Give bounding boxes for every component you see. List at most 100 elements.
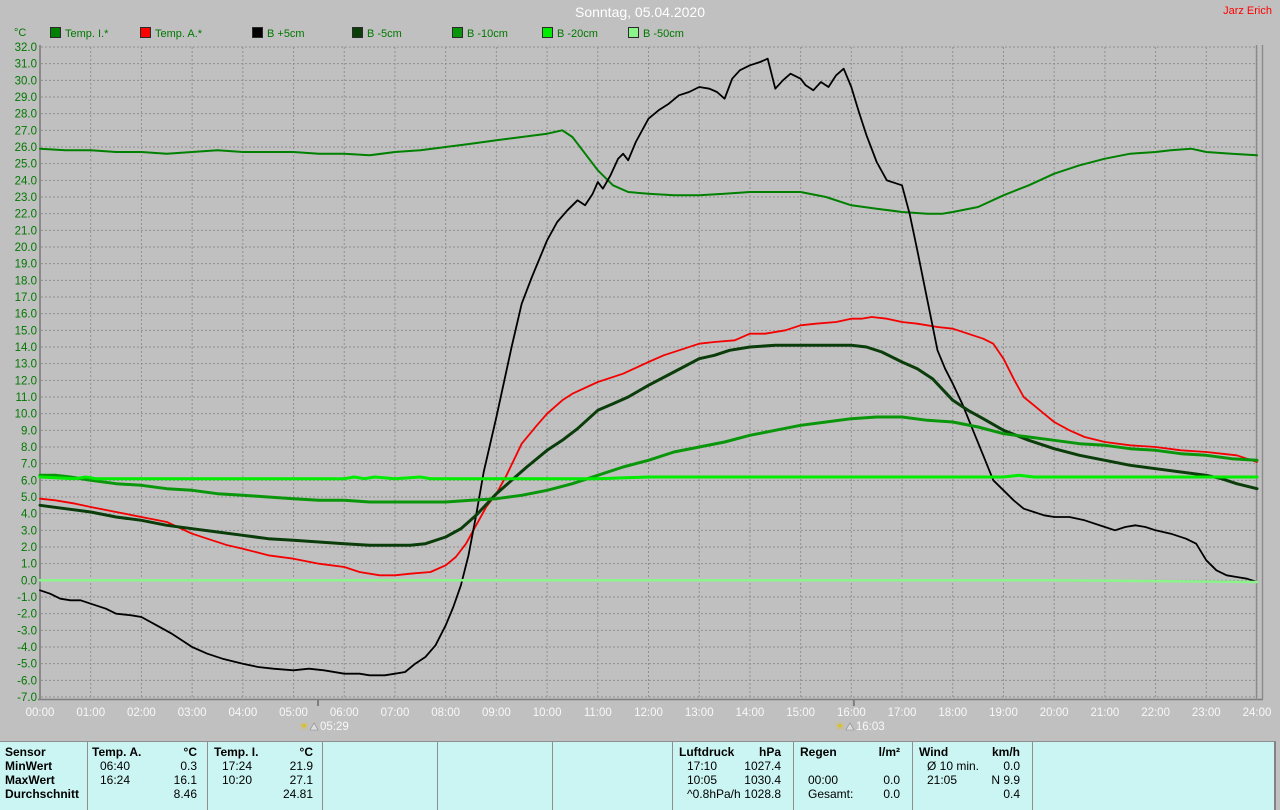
x-tick-label: 07:00 xyxy=(381,707,410,719)
x-tick-label: 21:00 xyxy=(1090,707,1119,719)
group-unit: l/m² xyxy=(878,745,900,759)
x-tick-label: 10:00 xyxy=(533,707,562,719)
y-tick-label: -3.0 xyxy=(17,625,37,637)
stat-value: 27.1 xyxy=(289,773,313,787)
x-tick-label: 09:00 xyxy=(482,707,511,719)
x-tick-label: 23:00 xyxy=(1192,707,1221,719)
legend-item-label: Temp. I.* xyxy=(65,28,109,40)
stat-value: 1028.8 xyxy=(744,787,781,801)
legend-color-swatch-icon xyxy=(542,27,553,38)
y-tick-label: 16.0 xyxy=(15,309,37,321)
row-header: Durchschnitt xyxy=(5,787,80,801)
row-header: MinWert xyxy=(5,759,53,773)
legend-item-tempa: Temp. A.* xyxy=(140,27,203,40)
page-title: Sonntag, 05.04.2020 xyxy=(574,4,705,20)
y-tick-label: 26.0 xyxy=(15,142,37,154)
mountain-icon xyxy=(309,722,319,731)
x-tick-label: 11:00 xyxy=(584,707,612,719)
y-tick-label: 15.0 xyxy=(15,325,37,337)
legend-item-b-10cm: B -10cm xyxy=(452,27,508,40)
y-tick-label: 21.0 xyxy=(15,225,37,237)
y-tick-label: 13.0 xyxy=(15,359,37,371)
x-tick-label: 04:00 xyxy=(228,707,257,719)
x-tick-label: 20:00 xyxy=(1040,707,1069,719)
y-tick-label: -5.0 xyxy=(17,659,37,671)
y-tick-label: 30.0 xyxy=(15,75,37,87)
y-tick-label: 2.0 xyxy=(21,542,37,554)
chart-canvas: 32.0 31.0 30.0 29.0 28.0 27.0 26.0 25.0 24.0 23.0… xyxy=(15,42,1272,733)
legend-color-swatch-icon xyxy=(452,27,463,38)
legend-color-swatch-icon xyxy=(352,27,363,38)
legend-item-label: B -20cm xyxy=(557,28,598,40)
group-unit: hPa xyxy=(758,745,781,759)
y-tick-label: 9.0 xyxy=(21,425,37,437)
stats-table: Sensor MinWert MaxWert Durchschnitt Temp. A.… xyxy=(0,741,1276,810)
y-tick-label: 19.0 xyxy=(15,259,37,271)
y-tick-label: 6.0 xyxy=(21,475,37,487)
x-tick-label: 01:00 xyxy=(76,707,105,719)
stat-value: 1030.4 xyxy=(744,773,781,787)
y-tick-label: 17.0 xyxy=(15,292,37,304)
y-tick-label: 1.0 xyxy=(21,559,37,571)
weather-station-window: 32.0 31.0 30.0 29.0 28.0 27.0 26.0 25.0 24.0 23.0… xyxy=(0,0,1280,810)
x-tick-label: 17:00 xyxy=(888,707,917,719)
sun-icon: ☀ xyxy=(299,720,309,733)
x-tick-label: 22:00 xyxy=(1141,707,1170,719)
x-tick-label: 08:00 xyxy=(431,707,460,719)
table-separator xyxy=(912,742,913,810)
table-separator xyxy=(1032,742,1033,810)
author-label: Jarz Erich xyxy=(1223,5,1272,17)
y-tick-label: 28.0 xyxy=(15,109,37,121)
legend-item-label: Temp. A.* xyxy=(155,28,203,40)
stat-value: 1027.4 xyxy=(744,759,781,773)
y-tick-label: 0.0 xyxy=(21,575,37,587)
legend-item-b-20cm: B -20cm xyxy=(542,27,598,40)
group-unit: °C xyxy=(299,745,313,759)
legend-item-label: B -50cm xyxy=(643,28,684,40)
table-separator xyxy=(552,742,553,810)
stat-value: 0.4 xyxy=(1003,787,1020,801)
legend-item-tempi: Temp. I.* xyxy=(50,27,109,40)
y-tick-label: 31.0 xyxy=(15,59,37,71)
stat-value: 0.0 xyxy=(883,787,900,801)
x-tick-label: 14:00 xyxy=(736,707,765,719)
x-tick-label: 02:00 xyxy=(127,707,156,719)
x-tick-label: 16:00 xyxy=(837,707,866,719)
y-tick-label: 4.0 xyxy=(21,509,37,521)
stat-value: 24.81 xyxy=(282,787,313,801)
group-unit: km/h xyxy=(991,745,1020,759)
y-tick-label: 32.0 xyxy=(15,42,37,54)
stat-value: 8.46 xyxy=(173,787,197,801)
legend-item-label: B -5cm xyxy=(367,28,402,40)
y-tick-label: 5.0 xyxy=(21,492,37,504)
stat-value: 0.0 xyxy=(1003,759,1020,773)
sun-icon: ☀ xyxy=(835,720,845,733)
y-tick-label: 20.0 xyxy=(15,242,37,254)
x-tick-label: 24:00 xyxy=(1243,707,1272,719)
legend-item-label: B +5cm xyxy=(267,28,305,40)
legend-color-swatch-icon xyxy=(50,27,61,38)
y-tick-label: -7.0 xyxy=(17,692,37,704)
x-tick-label: 12:00 xyxy=(634,707,663,719)
y-tick-label: 10.0 xyxy=(15,409,37,421)
y-tick-label: 7.0 xyxy=(21,459,37,471)
group-unit: °C xyxy=(183,745,197,759)
series-line-b-20cm xyxy=(38,473,1259,481)
table-separator xyxy=(793,742,794,810)
stat-value: 21.9 xyxy=(289,759,313,773)
row-header: Sensor xyxy=(5,745,46,759)
y-tick-label: -6.0 xyxy=(17,675,37,687)
legend-item-b-50cm: B -50cm xyxy=(628,27,684,40)
y-tick-label: 14.0 xyxy=(15,342,37,354)
y-tick-label: 27.0 xyxy=(15,125,37,137)
y-tick-label: 24.0 xyxy=(15,175,37,187)
marker-time-label: 16:03 xyxy=(856,721,885,733)
y-tick-label: -2.0 xyxy=(17,609,37,621)
legend-item-b+5cm: B +5cm xyxy=(252,27,305,40)
stat-value: 0.3 xyxy=(180,759,197,773)
legend-color-swatch-icon xyxy=(252,27,263,38)
x-tick-label: 06:00 xyxy=(330,707,359,719)
stat-value: N 9.9 xyxy=(991,773,1020,787)
y-tick-label: 25.0 xyxy=(15,159,37,171)
table-separator xyxy=(322,742,323,810)
